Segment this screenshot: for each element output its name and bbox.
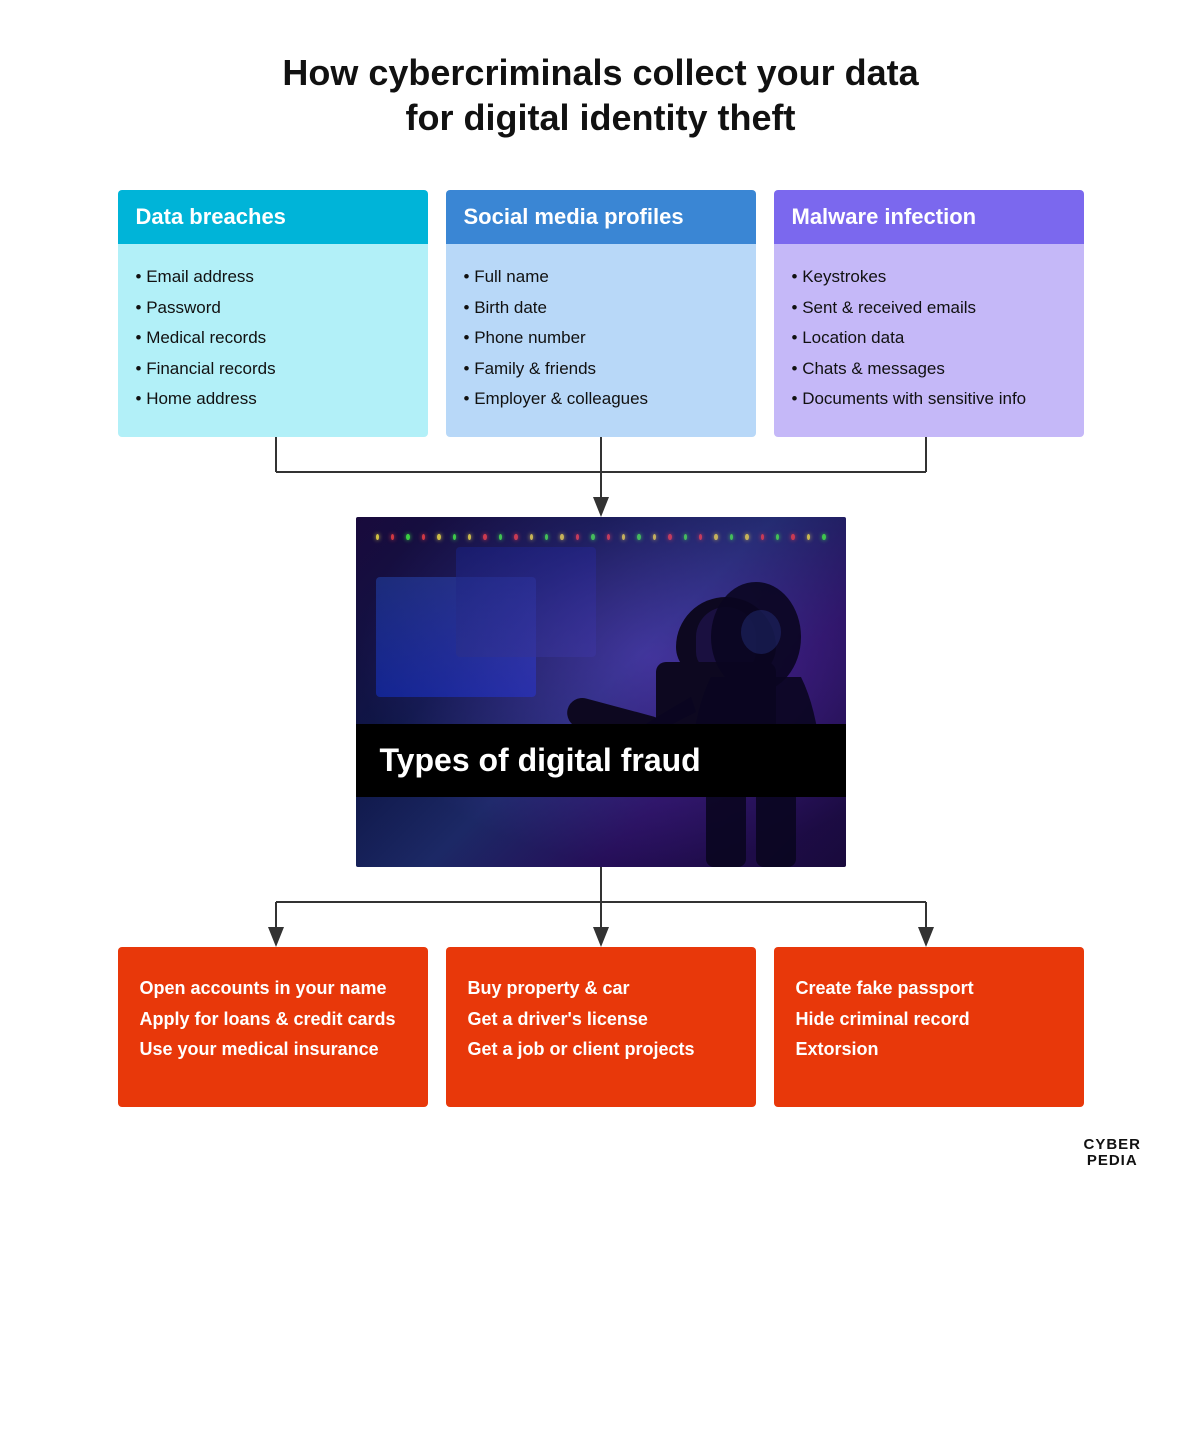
fraud-item: Get a driver's license — [468, 1004, 734, 1035]
logo-line1: CYBER — [1083, 1137, 1141, 1154]
fraud-item: Open accounts in your name — [140, 973, 406, 1004]
fraud-item: Hide criminal record — [796, 1004, 1062, 1035]
list-item: Medical records — [136, 323, 410, 354]
malware-header: Malware infection — [774, 190, 1084, 244]
connector-bottom-svg — [121, 867, 1081, 947]
data-breaches-box: Data breaches Email address Password Med… — [118, 190, 428, 437]
social-media-header: Social media profiles — [446, 190, 756, 244]
logo-line2: PEDIA — [1083, 1153, 1141, 1170]
data-breaches-body: Email address Password Medical records F… — [118, 244, 428, 437]
property-fraud-box: Buy property & car Get a driver's licens… — [446, 947, 756, 1107]
list-item: Financial records — [136, 354, 410, 385]
list-item: Birth date — [464, 293, 738, 324]
list-item: Password — [136, 293, 410, 324]
list-item: Email address — [136, 262, 410, 293]
list-item: Keystrokes — [792, 262, 1066, 293]
cyberpedia-logo: CYBER PEDIA — [1083, 1137, 1141, 1170]
social-media-body: Full name Birth date Phone number Family… — [446, 244, 756, 437]
identity-fraud-box: Create fake passport Hide criminal recor… — [774, 947, 1084, 1107]
hacker-svg — [606, 577, 826, 867]
data-breaches-header: Data breaches — [118, 190, 428, 244]
list-item: Sent & received emails — [792, 293, 1066, 324]
fraud-item: Buy property & car — [468, 973, 734, 1004]
list-item: Employer & colleagues — [464, 384, 738, 415]
list-item: Documents with sensitive info — [792, 384, 1066, 415]
fraud-label-overlay: Types of digital fraud — [356, 724, 846, 797]
bottom-connector — [40, 867, 1161, 947]
list-item: Chats & messages — [792, 354, 1066, 385]
list-item: Phone number — [464, 323, 738, 354]
top-boxes-section: Data breaches Email address Password Med… — [40, 190, 1161, 437]
financial-fraud-box: Open accounts in your name Apply for loa… — [118, 947, 428, 1107]
list-item: Full name — [464, 262, 738, 293]
hacker-image: Types of digital fraud — [356, 517, 846, 867]
fraud-item: Get a job or client projects — [468, 1034, 734, 1065]
top-connector — [40, 437, 1161, 517]
social-media-box: Social media profiles Full name Birth da… — [446, 190, 756, 437]
fraud-item: Extorsion — [796, 1034, 1062, 1065]
list-item: Family & friends — [464, 354, 738, 385]
main-title: How cybercriminals collect your data for… — [282, 50, 918, 140]
connector-top-svg — [121, 437, 1081, 517]
malware-body: Keystrokes Sent & received emails Locati… — [774, 244, 1084, 437]
bottom-boxes-section: Open accounts in your name Apply for loa… — [40, 947, 1161, 1107]
page-container: How cybercriminals collect your data for… — [0, 0, 1201, 1210]
fraud-item: Create fake passport — [796, 973, 1062, 1004]
list-item: Location data — [792, 323, 1066, 354]
fraud-item: Use your medical insurance — [140, 1034, 406, 1065]
fraud-label-text: Types of digital fraud — [380, 742, 701, 778]
fraud-item: Apply for loans & credit cards — [140, 1004, 406, 1035]
list-item: Home address — [136, 384, 410, 415]
malware-box: Malware infection Keystrokes Sent & rece… — [774, 190, 1084, 437]
